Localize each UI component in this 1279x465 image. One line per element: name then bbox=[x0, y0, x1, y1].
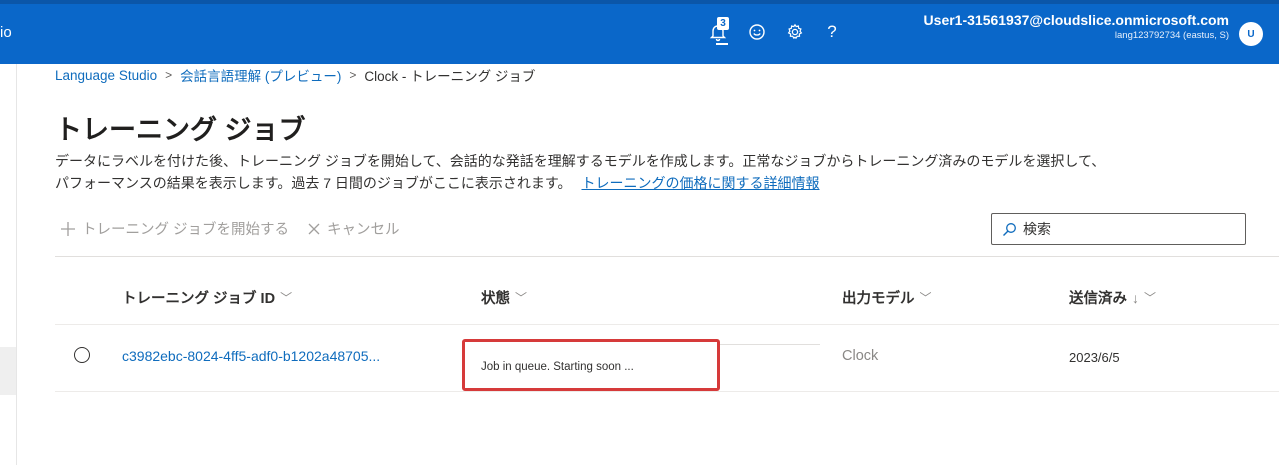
column-header-job-id[interactable]: トレーニング ジョブ ID ﹀ bbox=[122, 287, 292, 308]
description-line-2: パフォーマンスの結果を表示します。過去 7 日間のジョブがここに表示されます。ト… bbox=[55, 172, 1255, 194]
start-training-job-button[interactable]: トレーニング ジョブを開始する bbox=[60, 218, 289, 239]
breadcrumb-current-page: Clock - トレーニング ジョブ bbox=[364, 69, 536, 84]
command-toolbar: トレーニング ジョブを開始する キャンセル bbox=[60, 218, 418, 239]
gear-glyph-icon bbox=[787, 23, 803, 40]
close-icon bbox=[308, 223, 320, 234]
chevron-down-icon: ﹀ bbox=[1144, 291, 1157, 305]
chevron-down-icon: ﹀ bbox=[515, 291, 528, 305]
smiley-feedback-icon[interactable] bbox=[743, 18, 771, 46]
avatar[interactable]: U bbox=[1239, 22, 1263, 46]
notification-active-underline bbox=[716, 43, 728, 45]
breadcrumb-language-studio[interactable]: Language Studio bbox=[55, 68, 157, 83]
search-icon bbox=[1003, 222, 1016, 236]
column-header-submitted-label: 送信済み bbox=[1069, 291, 1127, 307]
search-input[interactable]: 検索 bbox=[991, 213, 1246, 245]
sort-descending-icon: ↓ bbox=[1132, 289, 1139, 306]
notification-count-badge: 3 bbox=[717, 17, 729, 30]
app-title[interactable]: io bbox=[0, 24, 12, 41]
job-status-text: Job in queue. Starting soon ... bbox=[481, 361, 634, 373]
description-line-1: データにラベルを付けた後、トレーニング ジョブを開始して、会話的な発話を理解する… bbox=[55, 153, 1106, 169]
status-cell-divider bbox=[720, 344, 820, 345]
cancel-label: キャンセル bbox=[327, 222, 400, 238]
submitted-date: 2023/6/5 bbox=[1069, 350, 1120, 365]
breadcrumb: Language Studio > 会話言語理解 (プレビュー) > Clock… bbox=[55, 65, 535, 85]
column-header-job-id-label: トレーニング ジョブ ID bbox=[122, 291, 276, 307]
help-icon[interactable]: ? bbox=[818, 18, 846, 46]
user-email: User1-31561937@cloudslice.onmicrosoft.co… bbox=[923, 12, 1229, 28]
account-info[interactable]: User1-31561937@cloudslice.onmicrosoft.co… bbox=[924, 12, 1229, 41]
breadcrumb-separator: > bbox=[165, 68, 173, 82]
cancel-button[interactable]: キャンセル bbox=[307, 218, 400, 239]
column-header-submitted[interactable]: 送信済み ↓ ﹀ bbox=[1069, 287, 1156, 308]
breadcrumb-separator: > bbox=[349, 68, 357, 82]
training-job-id-link[interactable]: c3982ebc-8024-4ff5-adf0-b1202a48705... bbox=[122, 348, 380, 364]
smiley-glyph-icon bbox=[749, 24, 765, 40]
chevron-down-icon: ﹀ bbox=[919, 291, 932, 305]
help-glyph: ? bbox=[827, 22, 837, 41]
notification-bell-icon[interactable]: 3 bbox=[704, 17, 732, 46]
column-header-status-label: 状態 bbox=[481, 291, 510, 307]
page-description: データにラベルを付けた後、トレーニング ジョブを開始して、会話的な発話を理解する… bbox=[55, 150, 1255, 194]
search-placeholder: 検索 bbox=[1023, 221, 1051, 237]
toolbar-divider bbox=[55, 256, 1279, 257]
user-resource-subtitle: lang123792734 (eastus, S) bbox=[1114, 30, 1229, 41]
gear-icon[interactable] bbox=[781, 18, 809, 46]
page-title: トレーニング ジョブ bbox=[55, 115, 306, 145]
column-header-output-model-label: 出力モデル bbox=[842, 291, 915, 307]
top-header-bar: io 3 ? User1-31561937@cloudslice.onmicro… bbox=[0, 0, 1279, 64]
pricing-info-link[interactable]: トレーニングの価格に関する詳細情報 bbox=[581, 175, 819, 191]
column-header-status[interactable]: 状態 ﹀ bbox=[481, 287, 527, 308]
chevron-down-icon: ﹀ bbox=[280, 291, 293, 305]
column-header-output-model[interactable]: 出力モデル ﹀ bbox=[842, 287, 932, 308]
start-training-job-label: トレーニング ジョブを開始する bbox=[82, 222, 290, 238]
breadcrumb-clu-project[interactable]: 会話言語理解 (プレビュー) bbox=[180, 65, 341, 85]
description-line-2-text: パフォーマンスの結果を表示します。過去 7 日間のジョブがここに表示されます。 bbox=[55, 175, 572, 191]
left-nav-selected-item[interactable] bbox=[0, 347, 16, 395]
row-select-radio[interactable] bbox=[74, 347, 90, 363]
header-top-edge bbox=[0, 0, 1279, 4]
left-nav-rail bbox=[0, 64, 17, 465]
plus-icon bbox=[61, 221, 75, 236]
output-model-value: Clock bbox=[842, 348, 879, 364]
